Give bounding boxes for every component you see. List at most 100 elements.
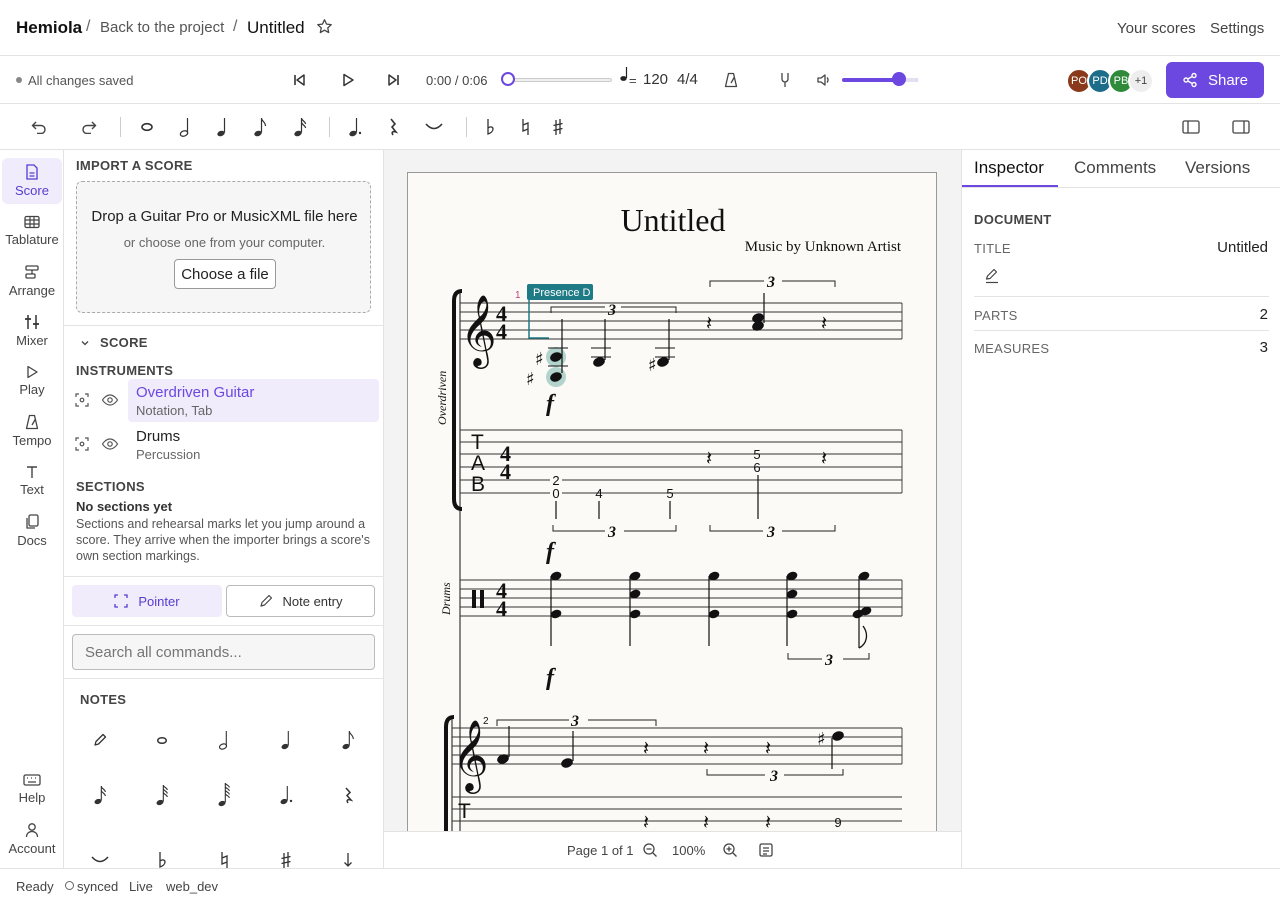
nav-text[interactable]: Text [2, 458, 62, 504]
metronome-button[interactable] [719, 68, 743, 92]
score-canvas[interactable]: Untitled Music by Unknown Artist 𝄞 44 1 … [384, 150, 961, 868]
tab-inspector[interactable]: Inspector [974, 158, 1044, 178]
settings-link[interactable]: Settings [1210, 20, 1264, 37]
pencil-icon[interactable] [80, 720, 120, 760]
triplet-number: 3 [766, 524, 775, 541]
tab-fret[interactable]: 0 [552, 486, 559, 501]
play-button[interactable] [336, 68, 360, 92]
page-view-icon[interactable] [758, 842, 774, 861]
note-head[interactable] [656, 356, 670, 369]
your-scores-link[interactable]: Your scores [1117, 20, 1196, 37]
nav-account[interactable]: Account [2, 816, 62, 862]
tuning-fork-button[interactable] [773, 68, 797, 92]
instrument-item-drums[interactable]: Drums Percussion [128, 423, 379, 466]
treble-clef: 𝄞 [460, 293, 497, 369]
right-panel-toggle-icon[interactable] [1228, 114, 1254, 140]
dotted-note-icon[interactable] [342, 114, 368, 140]
half-note-icon[interactable] [204, 720, 244, 760]
skip-forward-button[interactable] [382, 68, 406, 92]
tab-fret[interactable]: 6 [753, 460, 760, 475]
tab-fret[interactable]: 5 [666, 486, 673, 501]
nav-docs[interactable]: Docs [2, 508, 62, 554]
nav-help[interactable]: Help [2, 766, 62, 812]
quarter-note-icon[interactable] [266, 720, 306, 760]
volume-slider-handle[interactable] [892, 72, 906, 86]
nav-arrange[interactable]: Arrange [2, 258, 62, 304]
zoom-level[interactable]: 100% [672, 843, 705, 858]
tempo-value[interactable]: 120 [643, 71, 668, 88]
thirty-second-note-icon[interactable] [142, 775, 182, 815]
playback-progress-handle[interactable] [501, 72, 515, 86]
rest-icon[interactable] [380, 114, 406, 140]
nav-tempo[interactable]: Tempo [2, 408, 62, 454]
tie-icon[interactable] [421, 114, 447, 140]
zoom-out-icon[interactable] [642, 842, 658, 861]
share-label: Share [1207, 71, 1249, 89]
nav-mixer[interactable]: Mixer [2, 308, 62, 354]
arrange-icon [25, 265, 39, 279]
focus-icon[interactable] [73, 435, 91, 453]
natural-icon[interactable] [512, 114, 538, 140]
nav-score[interactable]: Score [2, 158, 62, 204]
dropzone-subtitle: or choose one from your computer. [123, 235, 326, 250]
focus-icon[interactable] [73, 391, 91, 409]
more-collaborators-badge[interactable]: +1 [1128, 68, 1154, 94]
score-composer[interactable]: Music by Unknown Artist [745, 239, 902, 255]
share-button[interactable]: Share [1166, 62, 1264, 98]
svg-text:𝄽: 𝄽 [706, 446, 712, 470]
svg-text:♯: ♯ [526, 369, 535, 390]
half-note-icon[interactable] [172, 114, 198, 140]
dotted-note-icon[interactable] [266, 775, 306, 815]
sync-icon [65, 881, 74, 890]
svg-text:𝄽: 𝄽 [765, 736, 771, 760]
tab-comments[interactable]: Comments [1074, 158, 1156, 178]
rest-icon[interactable] [328, 775, 368, 815]
tie-icon[interactable] [80, 840, 120, 868]
sixteenth-note-icon[interactable] [80, 775, 120, 815]
redo-icon[interactable] [76, 114, 102, 140]
note-head[interactable] [592, 356, 606, 369]
sharp-icon[interactable] [266, 840, 306, 868]
edit-icon[interactable] [984, 268, 1000, 287]
natural-icon[interactable] [204, 840, 244, 868]
nav-tablature[interactable]: Tablature [2, 208, 62, 254]
undo-icon[interactable] [26, 114, 52, 140]
eye-icon[interactable] [101, 391, 119, 409]
file-dropzone[interactable]: Drop a Guitar Pro or MusicXML file here … [76, 181, 371, 313]
arrow-down-icon[interactable] [328, 840, 368, 868]
drum-notes[interactable] [549, 570, 872, 619]
sixty-fourth-note-icon[interactable] [204, 775, 244, 815]
brand-logo[interactable]: Hemiola [16, 18, 82, 38]
whole-note-icon[interactable] [134, 114, 160, 140]
sharp-icon[interactable] [545, 114, 571, 140]
volume-icon[interactable] [812, 68, 836, 92]
skip-back-button[interactable] [287, 68, 311, 92]
eighth-note-icon[interactable] [247, 114, 273, 140]
tempo-equals: = [629, 73, 637, 88]
playback-progress-track[interactable] [508, 78, 612, 82]
back-to-project-link[interactable]: Back to the project [100, 19, 224, 36]
nav-play[interactable]: Play [2, 358, 62, 404]
zoom-in-icon[interactable] [722, 842, 738, 861]
tab-fret[interactable]: 4 [595, 486, 602, 501]
sixteenth-note-icon[interactable] [287, 114, 313, 140]
instrument-item-guitar[interactable]: Overdriven Guitar Notation, Tab [128, 379, 379, 422]
tab-fret[interactable]: 9 [834, 815, 841, 830]
tab-versions[interactable]: Versions [1185, 158, 1250, 178]
score-section-heading[interactable]: SCORE [100, 335, 148, 350]
star-icon[interactable] [316, 18, 333, 38]
command-search-input[interactable] [72, 634, 375, 670]
score-title[interactable]: Untitled [621, 202, 726, 238]
eighth-note-icon[interactable] [328, 720, 368, 760]
choose-file-button[interactable]: Choose a file [174, 259, 276, 289]
eye-icon[interactable] [101, 435, 119, 453]
quarter-note-icon[interactable] [209, 114, 235, 140]
note-entry-mode-button[interactable]: Note entry [226, 585, 375, 617]
left-panel-toggle-icon[interactable] [1178, 114, 1204, 140]
whole-note-icon[interactable] [142, 720, 182, 760]
flat-icon[interactable] [142, 840, 182, 868]
chevron-down-icon[interactable] [80, 336, 90, 351]
flat-icon[interactable] [477, 114, 503, 140]
pointer-mode-button[interactable]: Pointer [72, 585, 222, 617]
time-signature[interactable]: 4/4 [677, 71, 698, 88]
